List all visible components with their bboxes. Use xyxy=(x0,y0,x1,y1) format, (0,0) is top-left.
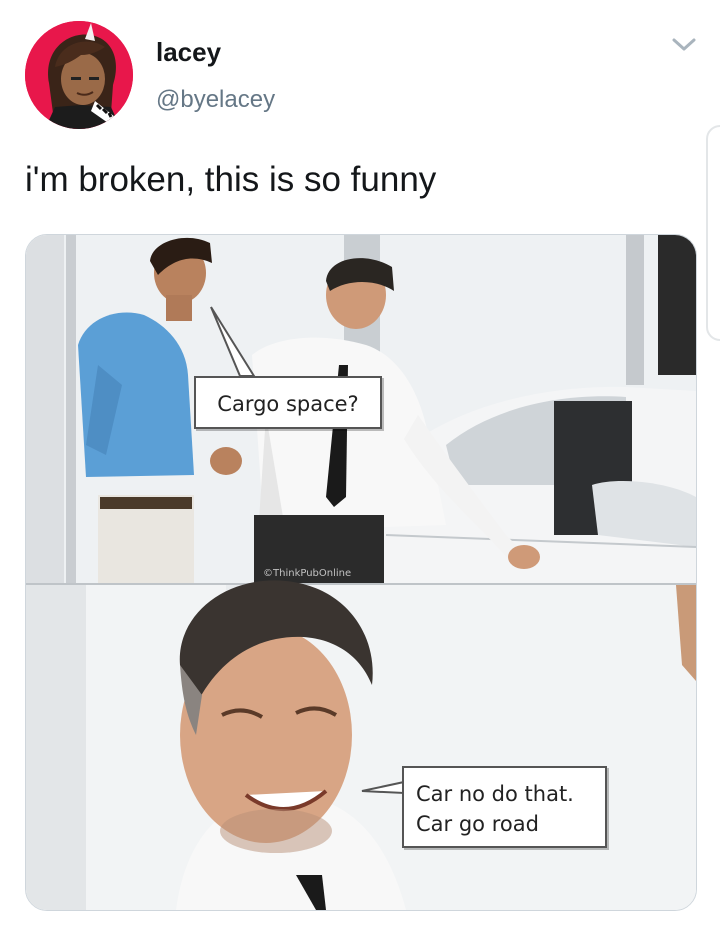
adjacent-card-edge xyxy=(706,125,720,341)
panel-bottom-scene xyxy=(26,580,696,910)
speech-bubble-cargo-space: Cargo space? xyxy=(194,376,382,429)
image-watermark: ©ThinkPubOnline xyxy=(263,568,352,579)
avatar-image xyxy=(25,21,133,129)
tweet-media-image[interactable]: Cargo space? Car no do that. Car go road… xyxy=(25,234,697,911)
author-handle[interactable]: @byelacey xyxy=(156,85,275,115)
chevron-down-icon[interactable] xyxy=(668,32,700,56)
avatar[interactable] xyxy=(25,21,133,129)
author-display-name[interactable]: lacey xyxy=(156,37,221,67)
tweet-text: i'm broken, this is so funny xyxy=(25,160,437,199)
speech-bubble-car-go-road: Car no do that. Car go road xyxy=(402,766,607,848)
